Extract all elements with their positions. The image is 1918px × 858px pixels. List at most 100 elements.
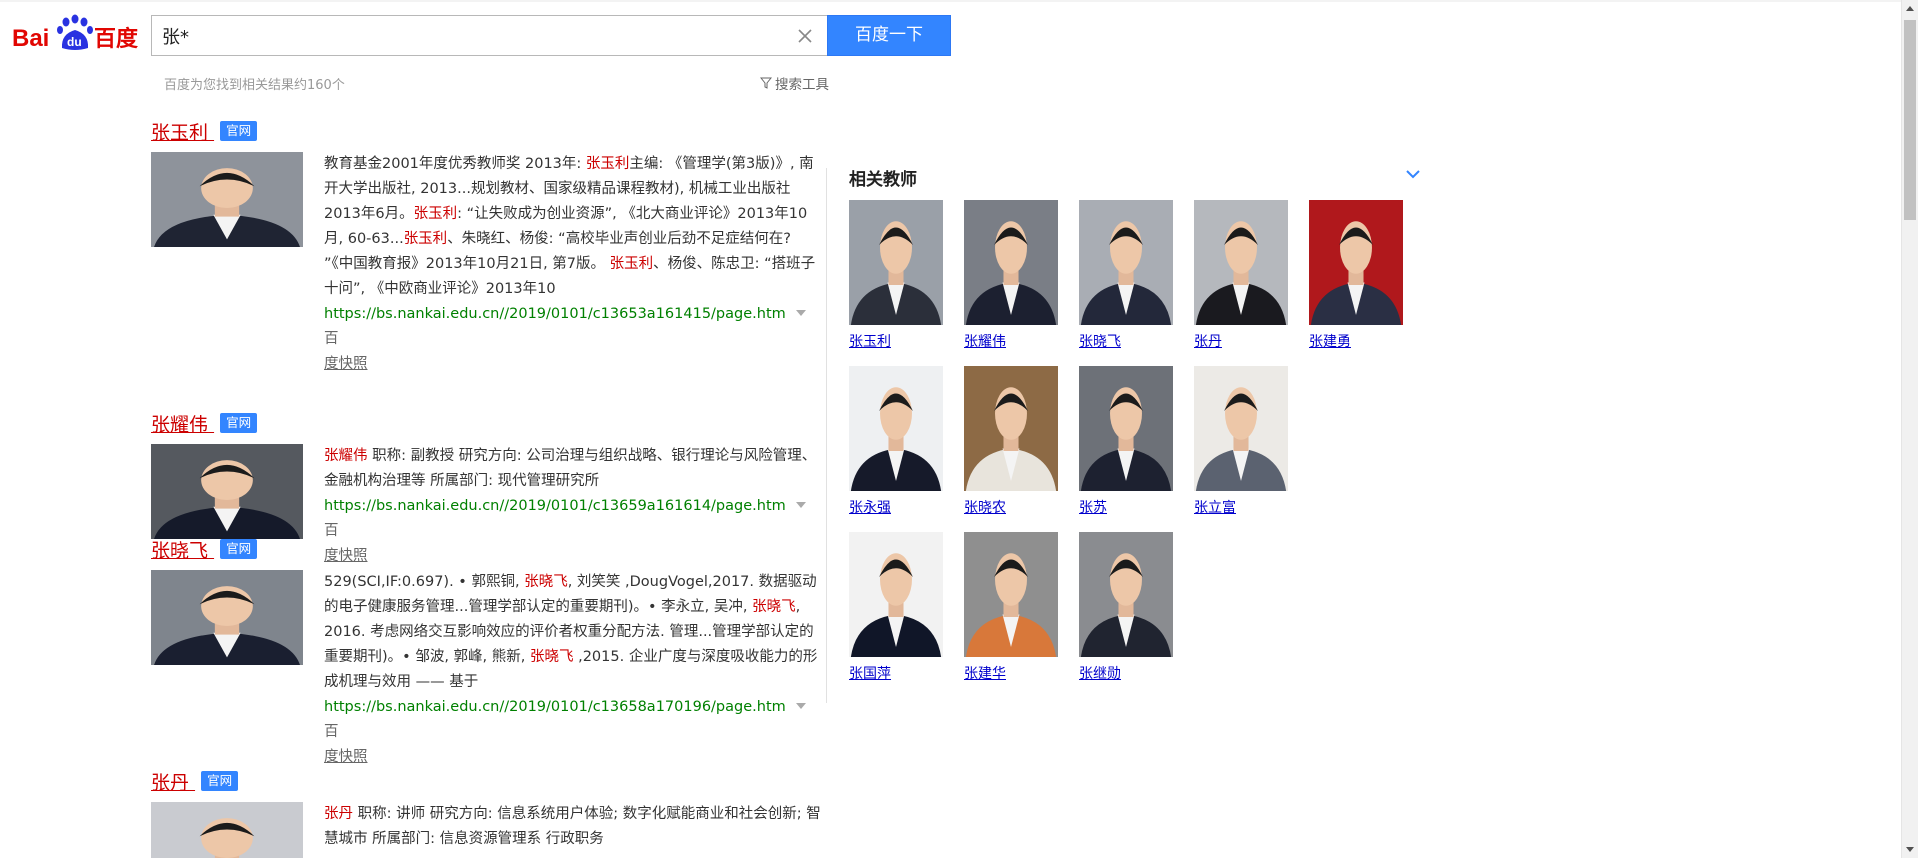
official-site-badge[interactable]: 官网 (220, 539, 258, 559)
chevron-down-icon[interactable] (1404, 165, 1422, 183)
teacher-portrait-image (1079, 366, 1173, 491)
result-photo[interactable] (151, 802, 303, 858)
top-rule (0, 0, 1918, 2)
teacher-card[interactable]: 张丹 (1194, 200, 1290, 351)
teacher-name-link[interactable]: 张晓飞 (1079, 331, 1175, 351)
result-url[interactable]: https://bs.nankai.edu.cn//2019/0101/c136… (324, 306, 786, 322)
result-url[interactable]: https://bs.nankai.edu.cn//2019/0101/c136… (324, 498, 786, 514)
teacher-card[interactable]: 张建勇 (1309, 200, 1405, 351)
clear-icon[interactable] (795, 26, 815, 46)
teacher-card[interactable]: 张国萍 (849, 532, 945, 683)
search-result: 张晓飞 官网 529(SCI,IF:0.697). • 郭熙铜, 张晓飞, 刘笑笑 … (151, 536, 821, 765)
result-photo[interactable] (151, 152, 303, 247)
baidu-logo[interactable]: Bai du 百度 (12, 8, 142, 56)
teacher-card[interactable]: 张建华 (964, 532, 1060, 683)
snapshot-link-prefix[interactable]: 百 (324, 724, 339, 740)
teacher-card[interactable]: 张永强 (849, 366, 945, 517)
teacher-name-link[interactable]: 张玉利 (849, 331, 945, 351)
search-tools-label: 搜索工具 (775, 77, 829, 93)
snapshot-link[interactable]: 度快照 (324, 749, 368, 765)
snapshot-link-prefix[interactable]: 百 (324, 331, 339, 347)
result-title-link[interactable]: 张耀伟 (151, 410, 214, 437)
teacher-photo[interactable] (849, 532, 943, 657)
teacher-name-link[interactable]: 张继勋 (1079, 663, 1175, 683)
search-input[interactable] (152, 16, 772, 55)
search-button[interactable]: 百度一下 (827, 15, 951, 56)
url-dropdown-icon[interactable] (795, 310, 806, 316)
teacher-name-link[interactable]: 张耀伟 (964, 331, 1060, 351)
highlighted-term: 张玉利 (609, 256, 654, 272)
teacher-photo[interactable] (964, 532, 1058, 657)
result-title-row: 张晓飞 官网 (151, 536, 821, 562)
teacher-portrait-image (1194, 366, 1288, 491)
official-site-badge[interactable]: 官网 (220, 413, 258, 433)
scrollbar[interactable] (1901, 0, 1918, 858)
teacher-photo[interactable] (1079, 532, 1173, 657)
result-title-link[interactable]: 张玉利 (151, 118, 214, 145)
result-title-link[interactable]: 张丹 (151, 768, 195, 795)
teacher-card[interactable]: 张苏 (1079, 366, 1175, 517)
abstract-text: 教育基金2001年度优秀教师奖 2013年: (324, 156, 586, 172)
highlighted-term: 张玉利 (403, 231, 448, 247)
panel-title: 相关教师 (849, 170, 917, 190)
official-site-badge[interactable]: 官网 (201, 771, 239, 791)
highlighted-term: 张晓飞 (529, 649, 574, 665)
result-abstract: 529(SCI,IF:0.697). • 郭熙铜, 张晓飞, 刘笑笑 ,Doug… (324, 570, 821, 770)
teacher-photo[interactable] (1309, 200, 1403, 325)
result-portrait-image (151, 152, 303, 247)
teacher-portrait-image (964, 366, 1058, 491)
highlighted-term: 张耀伟 (324, 448, 368, 464)
result-photo[interactable] (151, 444, 303, 539)
teacher-photo[interactable] (964, 366, 1058, 491)
snapshot-link[interactable]: 度快照 (324, 356, 368, 372)
result-photo[interactable] (151, 570, 303, 665)
teacher-name-link[interactable]: 张丹 (1194, 331, 1290, 351)
column-divider (826, 168, 827, 703)
logo-text-left: Bai (12, 25, 49, 52)
search-result: 张丹 官网 张丹 职称: 讲师 研究方向: 信息系统用户体验; 数字化赋能商业和社会… (151, 768, 821, 858)
result-title-row: 张玉利 官网 (151, 118, 821, 144)
logo-text-paw: du (67, 35, 82, 49)
teacher-photo[interactable] (964, 200, 1058, 325)
teacher-card[interactable]: 张继勋 (1079, 532, 1175, 683)
result-title-link[interactable]: 张晓飞 (151, 536, 214, 563)
teacher-name-link[interactable]: 张永强 (849, 497, 945, 517)
teacher-card[interactable]: 张晓农 (964, 366, 1060, 517)
result-abstract: 张丹 职称: 讲师 研究方向: 信息系统用户体验; 数字化赋能商业和社会创新; … (324, 802, 821, 852)
teacher-photo[interactable] (1194, 200, 1288, 325)
official-site-badge[interactable]: 官网 (220, 121, 258, 141)
abstract-text: 职称: 副教授 研究方向: 公司治理与组织战略、银行理论与风险管理、金融机构治理… (324, 448, 817, 489)
teacher-card[interactable]: 张晓飞 (1079, 200, 1175, 351)
teacher-name-link[interactable]: 张建勇 (1309, 331, 1405, 351)
abstract-text: 529(SCI,IF:0.697). • 郭熙铜, (324, 574, 525, 590)
teacher-card[interactable]: 张玉利 (849, 200, 945, 351)
result-count: 百度为您找到相关结果约160个 (164, 78, 345, 93)
teacher-name-link[interactable]: 张立富 (1194, 497, 1290, 517)
highlighted-term: 张玉利 (413, 206, 458, 222)
result-url[interactable]: https://bs.nankai.edu.cn//2019/0101/c136… (324, 699, 786, 715)
teacher-name-link[interactable]: 张国萍 (849, 663, 945, 683)
filter-icon (760, 77, 772, 89)
teacher-photo[interactable] (1079, 366, 1173, 491)
abstract-text: 职称: 讲师 研究方向: 信息系统用户体验; 数字化赋能商业和社会创新; 智慧城… (324, 806, 821, 847)
url-dropdown-icon[interactable] (795, 502, 806, 508)
search-tools-button[interactable]: 搜索工具 (760, 73, 829, 93)
scroll-down-arrow[interactable] (1906, 847, 1914, 852)
teacher-photo[interactable] (1194, 366, 1288, 491)
scroll-up-arrow[interactable] (1906, 6, 1914, 11)
teacher-photo[interactable] (1079, 200, 1173, 325)
highlighted-term: 张丹 (324, 806, 353, 822)
teacher-photo[interactable] (849, 200, 943, 325)
result-title-row: 张耀伟 官网 (151, 410, 821, 436)
teacher-name-link[interactable]: 张苏 (1079, 497, 1175, 517)
teacher-photo[interactable] (849, 366, 943, 491)
result-abstract: 教育基金2001年度优秀教师奖 2013年: 张玉利主编: 《管理学(第3版)》… (324, 152, 821, 377)
teacher-portrait-image (1079, 200, 1173, 325)
search-result: 张耀伟 官网 张耀伟 职称: 副教授 研究方向: 公司治理与组织战略、银行理论与风险… (151, 410, 821, 564)
teacher-card[interactable]: 张耀伟 (964, 200, 1060, 351)
teacher-card[interactable]: 张立富 (1194, 366, 1290, 517)
teacher-name-link[interactable]: 张晓农 (964, 497, 1060, 517)
teacher-name-link[interactable]: 张建华 (964, 663, 1060, 683)
url-dropdown-icon[interactable] (795, 703, 806, 709)
scroll-thumb[interactable] (1904, 20, 1916, 220)
